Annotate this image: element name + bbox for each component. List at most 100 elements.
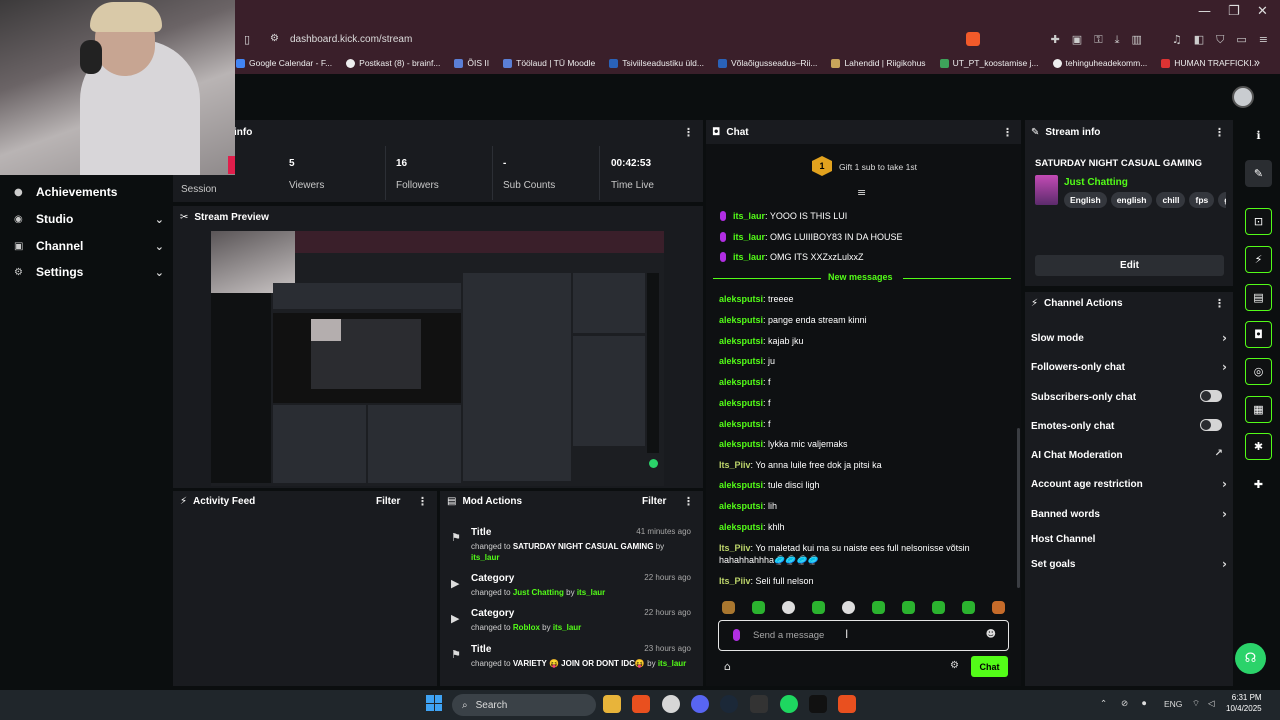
music-icon[interactable]: ♫ <box>1172 33 1182 47</box>
epic-games-icon[interactable] <box>750 695 768 713</box>
chat-input[interactable]: Send a message I ☻ <box>718 620 1009 651</box>
edit-icon[interactable]: ✎ <box>1245 160 1272 187</box>
windows-start-icon[interactable] <box>426 695 442 711</box>
url-text[interactable]: dashboard.kick.com/stream <box>290 34 412 45</box>
bookmark-item[interactable]: ÕIS II <box>454 58 489 68</box>
bookmark-item[interactable]: Tsiviilseadustiku üld... <box>609 58 704 68</box>
bookmark-item[interactable]: UT_PT_koostamise j... <box>939 58 1039 68</box>
trash-icon[interactable]: ▥ <box>1131 33 1141 47</box>
chat-settings-icon[interactable]: ⚙ <box>950 660 959 671</box>
tray-overflow-icon[interactable]: ⌃ <box>1100 699 1107 709</box>
set-goals-row[interactable]: Set goals › <box>1031 557 1227 571</box>
spotify-icon[interactable] <box>780 695 798 713</box>
sidebar-item-settings[interactable]: ⚙ Settings ⌄ <box>14 265 164 279</box>
tray-app-icon[interactable]: ⊘ <box>1121 699 1128 709</box>
gift-sub-text[interactable]: Gift 1 sub to take 1st <box>839 162 917 172</box>
taskbar-search[interactable]: ⌕ Search <box>452 694 596 716</box>
wifi-icon[interactable]: ⌔ <box>1192 699 1200 709</box>
brave-icon[interactable] <box>632 695 650 713</box>
vpn-icon[interactable]: ⛉ <box>1216 33 1224 47</box>
sidebar-toggle-icon[interactable]: ◧ <box>1194 33 1204 47</box>
key-icon[interactable]: ⚿ <box>1094 33 1102 47</box>
bookmark-item[interactable]: HUMAN TRAFFICKI... <box>1161 58 1259 68</box>
discord-icon[interactable] <box>691 695 709 713</box>
avatar[interactable] <box>1232 86 1254 108</box>
ai-chat-moderation-row[interactable]: AI Chat Moderation ↗ <box>1031 448 1227 461</box>
followers-only-row[interactable]: Followers-only chat › <box>1031 360 1227 374</box>
tag[interactable]: ga <box>1218 192 1226 208</box>
info-icon[interactable]: ℹ <box>1245 122 1272 149</box>
chat-scrollbar[interactable] <box>1017 428 1020 588</box>
emote-icon[interactable] <box>932 601 945 614</box>
chat-bubble-icon[interactable]: ◘ <box>1245 321 1272 348</box>
sidebar-item-studio[interactable]: ◉ Studio ⌄ <box>14 212 164 226</box>
more-bookmarks-button[interactable]: » <box>1254 57 1260 69</box>
account-age-row[interactable]: Account age restriction › <box>1031 477 1227 491</box>
language-indicator[interactable]: ENG <box>1164 699 1182 709</box>
bookmark-item[interactable]: Võlaõigusseadus–Rii... <box>717 58 817 68</box>
emote-icon[interactable] <box>992 601 1005 614</box>
subscribers-only-toggle[interactable] <box>1200 390 1222 402</box>
app-icon[interactable] <box>662 695 680 713</box>
chevron-down-icon[interactable]: ⌄ <box>155 240 164 253</box>
stream-info-more-icon[interactable]: ⋮ <box>1214 126 1225 139</box>
session-more-icon[interactable]: ⋮ <box>683 126 694 139</box>
emote-icon[interactable] <box>722 601 735 614</box>
microphone-icon[interactable]: ⏺ <box>1142 699 1146 709</box>
minimize-button[interactable]: — <box>1198 4 1211 19</box>
site-settings-icon[interactable]: ⚙ <box>270 33 279 44</box>
volume-icon[interactable]: ◁ <box>1208 699 1215 709</box>
tag[interactable]: chill <box>1156 192 1186 208</box>
screenshot-tool-icon[interactable]: ▣ <box>1072 33 1082 47</box>
bookmark-item[interactable]: Lahendid | Riigikohus <box>831 58 926 68</box>
more-icon[interactable]: ✚ <box>1245 471 1272 498</box>
sidebar-item-channel[interactable]: ▣ Channel ⌄ <box>14 239 164 253</box>
chat-more-icon[interactable]: ⋮ <box>1002 126 1013 139</box>
bookmark-item[interactable]: Töölaud | TÜ Moodle <box>503 58 595 68</box>
host-channel-row[interactable]: Host Channel <box>1031 534 1227 545</box>
broadcast-icon[interactable]: ◎ <box>1245 358 1272 385</box>
maximize-button[interactable]: ❐ <box>1228 4 1240 19</box>
emotes-only-toggle[interactable] <box>1200 419 1222 431</box>
activity-filter-button[interactable]: Filter <box>376 496 400 507</box>
sidebar-item-achievements[interactable]: ● Achievements <box>14 185 164 199</box>
emote-icon[interactable] <box>872 601 885 614</box>
emote-icon[interactable] <box>962 601 975 614</box>
close-window-button[interactable]: ✕ <box>1257 4 1268 19</box>
emote-icon[interactable] <box>842 601 855 614</box>
wrench-icon[interactable]: ✱ <box>1245 433 1272 460</box>
activity-more-icon[interactable]: ⋮ <box>417 495 428 508</box>
brave-shield-icon[interactable] <box>966 32 980 46</box>
screenshot-icon[interactable]: ⊡ <box>1245 208 1272 235</box>
stream-preview-video[interactable] <box>211 231 664 486</box>
slow-mode-row[interactable]: Slow mode › <box>1031 331 1227 345</box>
tag[interactable]: fps <box>1189 192 1215 208</box>
help-support-icon[interactable]: ☊ <box>1235 643 1266 674</box>
bookmark-item[interactable]: tehinguheadekomm... <box>1052 58 1147 68</box>
emote-icon[interactable] <box>902 601 915 614</box>
emoji-icon[interactable]: ☻ <box>986 629 996 640</box>
mod-more-icon[interactable]: ⋮ <box>683 495 694 508</box>
bookmark-icon[interactable]: ▯ <box>244 33 250 46</box>
banned-words-row[interactable]: Banned words › <box>1031 507 1227 521</box>
mod-filter-button[interactable]: Filter <box>642 496 666 507</box>
send-chat-button[interactable]: Chat <box>971 656 1008 677</box>
pinned-toggle-icon[interactable]: ≡ <box>857 186 866 199</box>
emote-icon[interactable] <box>812 601 825 614</box>
bookmark-item[interactable]: Postkast (8) - brainf... <box>346 58 440 68</box>
tag[interactable]: english <box>1110 192 1153 208</box>
bookmark-item[interactable]: Google Calendar - F... <box>236 58 332 68</box>
lightning-icon[interactable]: ⚡ <box>1245 246 1272 273</box>
steam-icon[interactable] <box>720 695 738 713</box>
download-icon[interactable]: ⤓ <box>1115 33 1120 47</box>
chevron-down-icon[interactable]: ⌄ <box>155 266 164 279</box>
emote-icon[interactable] <box>782 601 795 614</box>
edit-stream-info-button[interactable]: Edit <box>1035 255 1224 276</box>
channel-actions-more-icon[interactable]: ⋮ <box>1214 297 1225 310</box>
wallet-icon[interactable]: ▭ <box>1236 33 1246 47</box>
extensions-icon[interactable]: ✚ <box>1051 33 1060 47</box>
layout-icon[interactable]: ▦ <box>1245 396 1272 423</box>
tag[interactable]: English <box>1064 192 1107 208</box>
category-link[interactable]: Just Chatting <box>1064 177 1128 188</box>
chevron-down-icon[interactable]: ⌄ <box>155 213 164 226</box>
